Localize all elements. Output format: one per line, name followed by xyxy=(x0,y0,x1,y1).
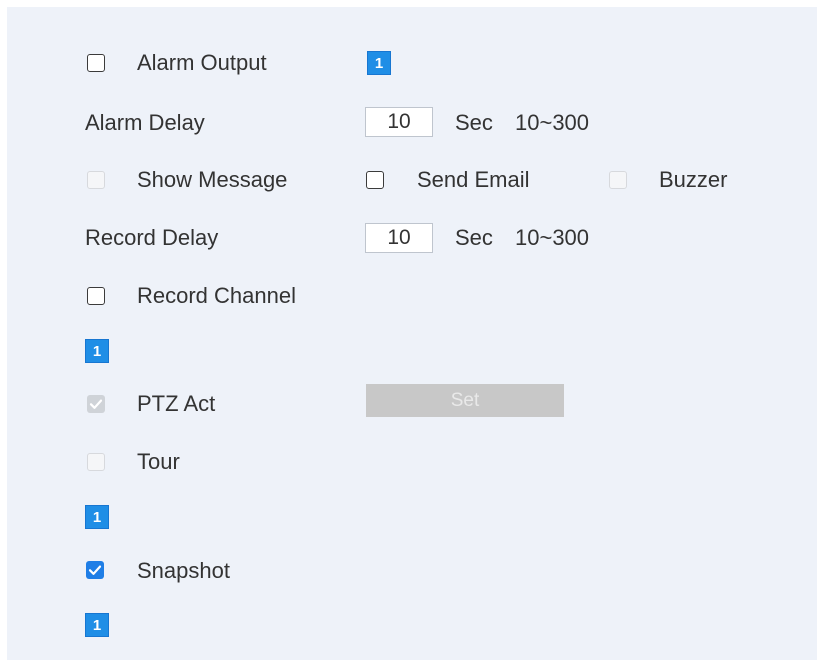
alarm-settings-panel xyxy=(7,7,817,660)
alarm-delay-label: Alarm Delay xyxy=(85,110,205,135)
record-delay-input[interactable]: 10 xyxy=(365,223,433,253)
ptz-act-label: PTZ Act xyxy=(137,391,216,416)
snapshot-label: Snapshot xyxy=(137,558,230,583)
buzzer-label: Buzzer xyxy=(659,167,728,192)
ptz-act-checkbox[interactable] xyxy=(87,395,105,413)
alarm-delay-range: 10~300 xyxy=(515,110,590,135)
tour-checkbox[interactable] xyxy=(87,453,105,471)
alarm-output-channel-1[interactable]: 1 xyxy=(367,51,391,75)
alarm-output-label: Alarm Output xyxy=(137,50,267,75)
record-delay-range: 10~300 xyxy=(515,225,590,250)
record-delay-unit: Sec xyxy=(455,225,493,250)
alarm-output-checkbox[interactable] xyxy=(87,54,105,72)
tour-label: Tour xyxy=(137,449,180,474)
alarm-delay-unit: Sec xyxy=(455,110,493,135)
alarm-delay-input[interactable]: 10 xyxy=(365,107,433,137)
check-icon xyxy=(89,399,103,409)
send-email-label: Send Email xyxy=(417,167,530,192)
show-message-label: Show Message xyxy=(137,167,288,192)
tour-channel-1[interactable]: 1 xyxy=(85,505,109,529)
buzzer-checkbox[interactable] xyxy=(609,171,627,189)
check-icon xyxy=(88,565,102,575)
snapshot-checkbox[interactable] xyxy=(86,561,104,579)
snapshot-channel-1[interactable]: 1 xyxy=(85,613,109,637)
record-channel-label: Record Channel xyxy=(137,283,296,308)
ptz-set-button[interactable]: Set xyxy=(366,384,564,417)
record-channel-checkbox[interactable] xyxy=(87,287,105,305)
show-message-checkbox[interactable] xyxy=(87,171,105,189)
record-channel-1[interactable]: 1 xyxy=(85,339,109,363)
record-delay-label: Record Delay xyxy=(85,225,219,250)
send-email-checkbox[interactable] xyxy=(366,171,384,189)
